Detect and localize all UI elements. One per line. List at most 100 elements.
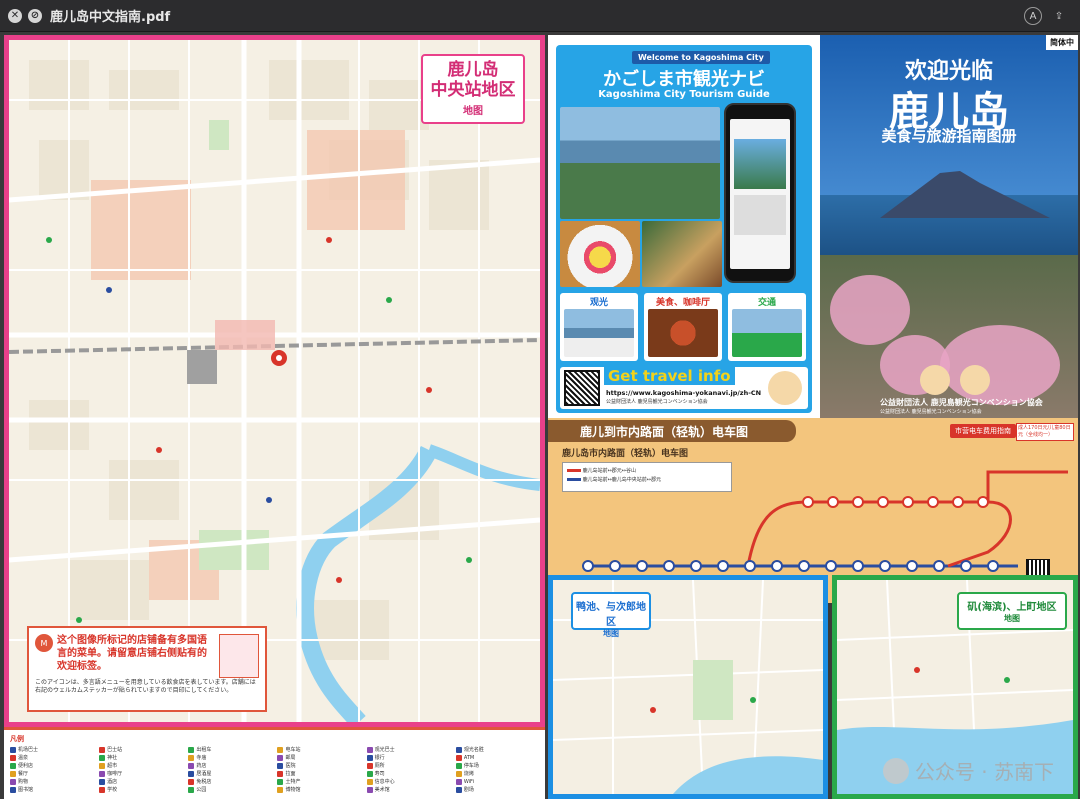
legend-symbol-icon	[455, 770, 462, 777]
tram-stop-marker	[825, 560, 837, 572]
multilingual-menu-notice: M 这个图像所标记的店铺备有多国语言的菜单。请留意店铺右侧贴有的欢迎标签。 この…	[27, 626, 267, 712]
legend-symbol-icon	[366, 746, 373, 753]
legend-item: 巴士站	[99, 746, 182, 753]
legend-symbol-icon	[455, 754, 462, 761]
fare-note: 成人170日元/儿童80日元（全线均一）	[1016, 423, 1074, 441]
tram-stop-marker	[879, 560, 891, 572]
category-card[interactable]: 观光	[560, 293, 638, 361]
mascot-icon	[920, 365, 950, 395]
tram-stop-marker	[852, 496, 864, 508]
tram-stop-marker	[852, 560, 864, 572]
legend-item: 神社	[99, 754, 182, 761]
tram-stop-marker	[636, 560, 648, 572]
legend-symbol-icon	[277, 778, 284, 785]
legend-item: 电车站	[277, 746, 360, 753]
legend-symbol-icon	[455, 778, 462, 785]
category-label: 交通	[757, 298, 776, 308]
map-canvas: 鹿儿岛 中央站地区 地图 M 这个图像所标记的店铺备有多国语言的菜单。请留意店铺…	[9, 40, 540, 722]
tram-stop-marker	[952, 496, 964, 508]
legend-item: 观光名胜	[455, 746, 539, 753]
close-circle-icon[interactable]: ✕	[8, 8, 22, 23]
legend-symbol-icon	[188, 786, 195, 793]
kamoike-map: 鸭池、与次郎地区 地图	[548, 575, 828, 799]
legend-symbol-icon	[455, 746, 462, 753]
tram-stop-marker	[877, 496, 889, 508]
legend-item: 烧烤	[455, 770, 539, 777]
guide-cover: 简体中 欢迎光临 鹿儿岛 美食与旅游指南图册 公益財団法人 鹿児島観光コンベンシ…	[820, 35, 1078, 418]
legend-symbol-icon	[277, 754, 284, 761]
get-travel-info-bar: Get travel info https://www.kagoshima-yo…	[560, 367, 808, 409]
legend-symbol-icon	[10, 746, 16, 753]
legend-symbol-icon	[366, 754, 373, 761]
tram-stop-marker	[987, 560, 999, 572]
wechat-logo-icon	[882, 757, 909, 784]
slash-circle-icon[interactable]: ⊘	[28, 8, 42, 23]
legend-item: 剧场	[455, 786, 539, 793]
tram-stop-marker	[906, 560, 918, 572]
tourism-navi-brochure: Welcome to Kagoshima City かごしま市観光ナビ Kago…	[548, 35, 820, 418]
get-travel-info-heading: Get travel info	[604, 367, 735, 385]
tram-stop-marker	[902, 496, 914, 508]
tram-stop-marker	[690, 560, 702, 572]
legend-symbol-icon	[99, 770, 106, 777]
legend-symbol-icon	[10, 778, 16, 785]
tram-stop-marker	[798, 560, 810, 572]
street-network	[9, 40, 540, 722]
smartphone-graphic	[724, 103, 796, 283]
legend-symbol-icon	[10, 754, 16, 761]
legend-symbol-icon	[188, 770, 195, 777]
legend-item: 学校	[99, 786, 182, 793]
legend-item: 观光巴士	[366, 746, 450, 753]
fare-guide-button[interactable]: 市营电车费用指南	[950, 424, 1016, 438]
legend-symbol-icon	[277, 770, 284, 777]
central-station-map: 鹿儿岛 中央站地区 地图 M 这个图像所标记的店铺备有多国语言的菜单。请留意店铺…	[4, 35, 545, 727]
legend-item: 美术馆	[366, 786, 450, 793]
category-card[interactable]: 美食、咖啡厅	[644, 293, 722, 361]
legend-item: 药店	[188, 762, 271, 769]
legend-item: 信息中心	[366, 778, 450, 785]
category-card[interactable]: 交通	[728, 293, 806, 361]
legend-item: 邮局	[277, 754, 360, 761]
tram-map-title: 鹿儿到市内路面（轻轨）电车图	[548, 420, 796, 442]
legend-item: WiFi	[455, 778, 539, 785]
mascot-icon	[960, 365, 990, 395]
volcano-silhouette	[880, 171, 1050, 218]
legend-item: 温泉	[10, 754, 93, 761]
category-label: 美食、咖啡厅	[655, 298, 710, 308]
legend-item: 餐厅	[10, 770, 93, 777]
legend-symbol-icon	[99, 754, 106, 761]
legend-symbol-icon	[188, 754, 195, 761]
tram-stop-marker	[717, 560, 729, 572]
cover-subtitle: 美食与旅游指南图册	[881, 127, 1017, 145]
welcome-sticker-icon	[219, 634, 259, 678]
watermark: 公众号 · 苏南下	[882, 756, 1054, 785]
qr-code[interactable]	[564, 370, 600, 406]
markup-icon[interactable]: A	[1024, 7, 1042, 25]
legend-item: 博物馆	[277, 786, 360, 793]
legend-symbol-icon	[277, 786, 284, 793]
legend-symbol-icon	[455, 762, 462, 769]
document-page: 鹿儿岛 中央站地区 地图 M 这个图像所标记的店铺备有多国语言的菜单。请留意店铺…	[0, 32, 1080, 799]
tram-stop-marker	[977, 496, 989, 508]
area-label-kamoike: 鸭池、与次郎地区 地图	[571, 592, 651, 638]
legend-symbol-icon	[99, 762, 106, 769]
legend-item: 拉面	[277, 770, 360, 777]
category-photo	[732, 309, 802, 357]
window-titlebar: ✕ ⊘ 鹿儿岛中文指南.pdf A ⇪	[0, 0, 1080, 32]
legend-symbol-icon	[455, 786, 462, 793]
legend-item: 便利店	[10, 762, 93, 769]
legend-symbol-icon	[10, 786, 16, 793]
legend-item: 咖啡厅	[99, 770, 182, 777]
legend-item: 超市	[99, 762, 182, 769]
tourism-url[interactable]: https://www.kagoshima-yokanavi.jp/zh-CN	[606, 389, 761, 397]
area-label-central-station: 鹿儿岛 中央站地区 地图	[421, 54, 525, 124]
dessert-photo	[560, 221, 640, 287]
legend-symbol-icon	[188, 762, 195, 769]
map-legend: 凡例 机场巴士 巴士站 出租车 电车站 观光巴士 观光名胜 温泉 神社 寺庙 邮局 银行 ATM 便利店…	[4, 727, 545, 799]
legend-item: 停车场	[455, 762, 539, 769]
legend-item: 寿司	[366, 770, 450, 777]
menu-icon: M	[35, 634, 53, 652]
legend-symbol-icon	[366, 778, 373, 785]
legend-item: 图书馆	[10, 786, 93, 793]
share-icon[interactable]: ⇪	[1050, 7, 1068, 25]
